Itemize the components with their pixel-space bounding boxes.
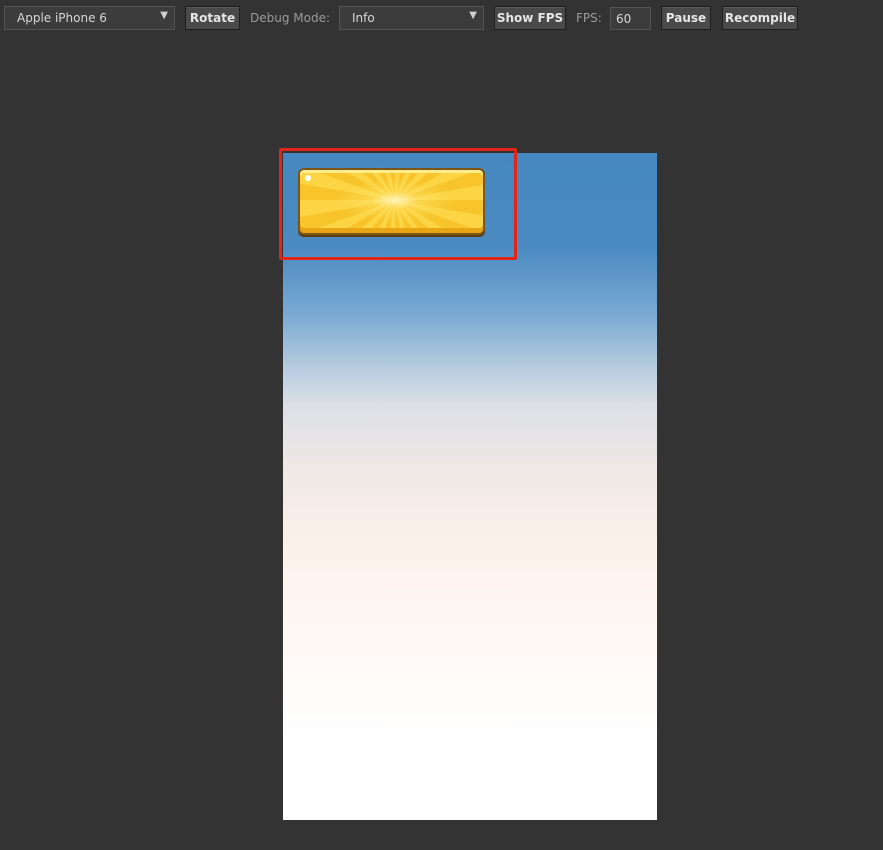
debug-mode-select[interactable]: Info ▼ [339, 6, 484, 30]
selection-highlight [279, 148, 517, 260]
show-fps-button[interactable]: Show FPS [494, 6, 566, 30]
debug-mode-select-value: Info [352, 11, 375, 25]
debug-mode-label: Debug Mode: [250, 11, 331, 25]
fps-label: FPS: [576, 11, 602, 25]
recompile-button[interactable]: Recompile [722, 6, 798, 30]
device-select[interactable]: Apple iPhone 6 ▼ [4, 6, 175, 30]
caret-down-icon: ▼ [160, 10, 168, 21]
device-select-value: Apple iPhone 6 [17, 11, 107, 25]
pause-button[interactable]: Pause [661, 6, 711, 30]
rotate-button[interactable]: Rotate [185, 6, 240, 30]
fps-input[interactable]: 60 [610, 7, 651, 30]
caret-down-icon: ▼ [469, 10, 477, 21]
simulator-toolbar: Apple iPhone 6 ▼ Rotate Debug Mode: Info… [0, 0, 883, 36]
